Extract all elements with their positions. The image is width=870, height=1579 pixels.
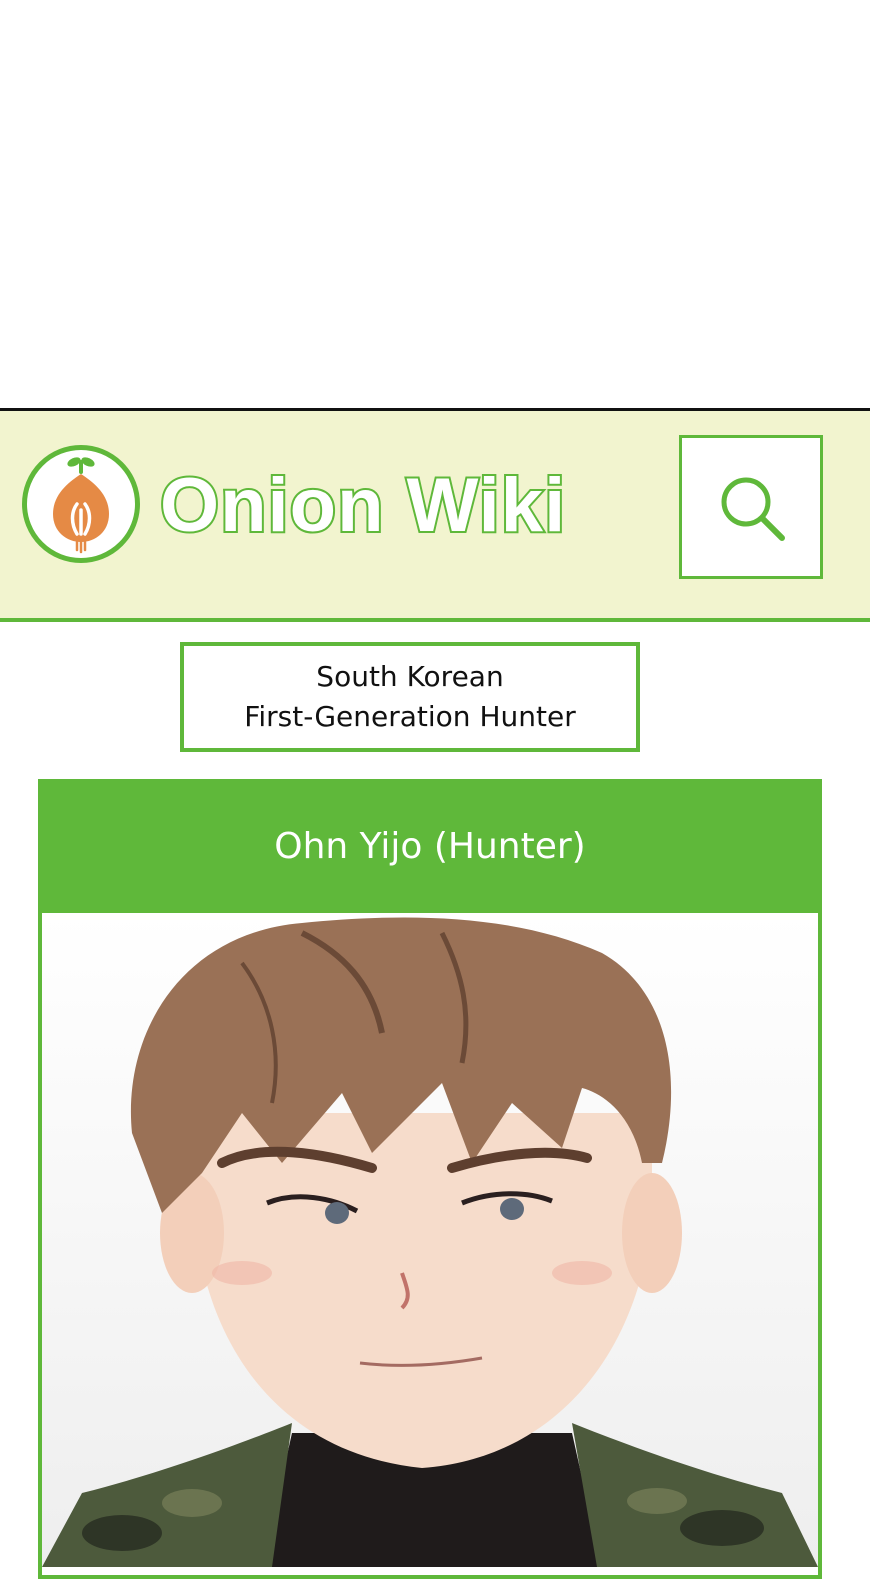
portrait-illustration [42,917,818,1567]
subtitle-line: South Korean [316,660,504,693]
character-portrait [42,913,818,1567]
subtitle-box: South Korean First-Generation Hunter [180,642,640,752]
subtitle-line: First-Generation Hunter [244,700,576,733]
search-button[interactable] [679,435,823,579]
infobox-title: Ohn Yijo (Hunter) [38,779,822,913]
onion-logo[interactable] [22,445,140,563]
wiki-header: Onion Wiki [0,408,870,622]
search-icon [721,477,785,541]
site-title[interactable]: Onion Wiki [158,451,567,561]
onion-icon [53,457,109,554]
